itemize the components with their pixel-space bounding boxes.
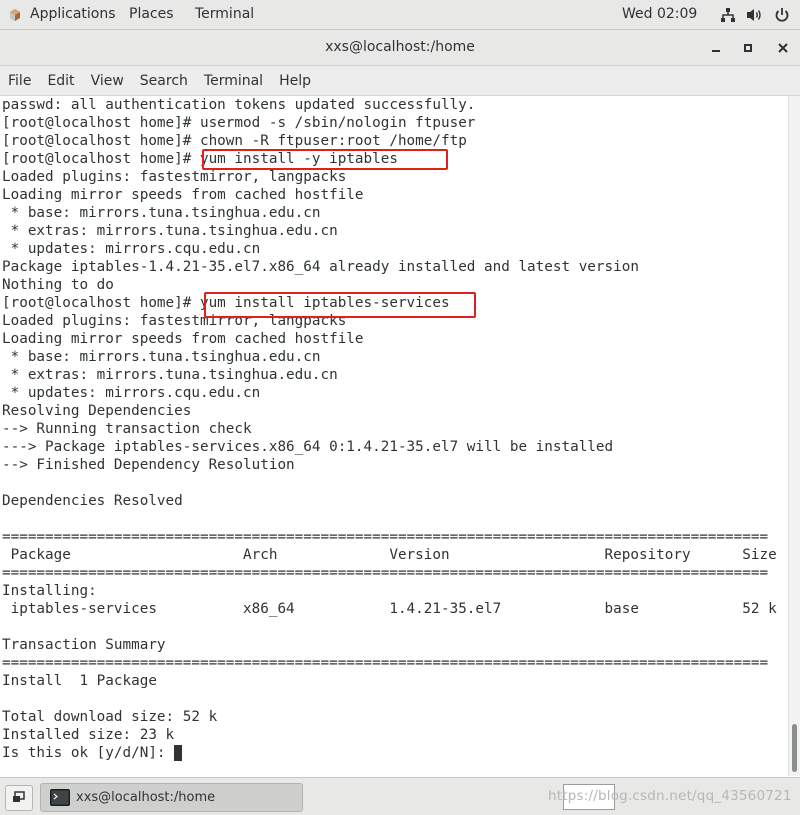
terminal-line: iptables-services x86_64 1.4.21-35.el7 b… bbox=[2, 601, 777, 617]
terminal-scrollbar[interactable] bbox=[788, 96, 800, 776]
terminal-line: Is this ok [y/d/N]: bbox=[2, 745, 175, 761]
network-icon[interactable] bbox=[720, 7, 736, 23]
terminal-line: * updates: mirrors.cqu.edu.cn bbox=[2, 241, 261, 257]
show-desktop-button[interactable] bbox=[5, 785, 33, 811]
terminal-icon bbox=[50, 789, 70, 806]
menu-edit[interactable]: Edit bbox=[39, 73, 82, 89]
terminal-line: * updates: mirrors.cqu.edu.cn bbox=[2, 385, 261, 401]
terminal-line: Loaded plugins: fastestmirror, langpacks bbox=[2, 169, 347, 185]
power-icon[interactable] bbox=[774, 7, 790, 23]
places-menu[interactable]: Places bbox=[129, 0, 174, 30]
highlight-box-iptables-command bbox=[202, 149, 448, 170]
terminal-line: Package Arch Version Repository Size bbox=[2, 547, 777, 563]
close-icon[interactable] bbox=[774, 39, 792, 57]
terminal-app-menu[interactable]: Terminal bbox=[195, 0, 254, 30]
bottom-panel: xxs@localhost:/home https://blog.csdn.ne… bbox=[0, 777, 800, 815]
minimize-icon[interactable] bbox=[707, 39, 725, 57]
window-title: xxs@localhost:/home bbox=[325, 39, 475, 55]
menu-bar: File Edit View Search Terminal Help bbox=[0, 66, 800, 96]
terminal-line: --> Running transaction check bbox=[2, 421, 252, 437]
scrollbar-thumb[interactable] bbox=[792, 724, 797, 772]
terminal-line: ========================================… bbox=[2, 565, 769, 581]
top-panel: Applications Places Terminal Wed 02:09 bbox=[0, 0, 800, 30]
terminal-line: Installing: bbox=[2, 583, 97, 599]
terminal-line: Dependencies Resolved bbox=[2, 493, 183, 509]
taskbar-window-title: xxs@localhost:/home bbox=[76, 790, 216, 805]
window-titlebar[interactable]: xxs@localhost:/home bbox=[0, 30, 800, 66]
clock[interactable]: Wed 02:09 bbox=[622, 0, 697, 30]
taskbar-window-terminal[interactable]: xxs@localhost:/home bbox=[40, 783, 303, 812]
terminal-line: passwd: all authentication tokens update… bbox=[2, 97, 476, 113]
terminal-line: ---> Package iptables-services.x86_64 0:… bbox=[2, 439, 614, 455]
menu-help[interactable]: Help bbox=[271, 73, 319, 89]
terminal-line: ========================================… bbox=[2, 655, 769, 671]
terminal-line: * extras: mirrors.tuna.tsinghua.edu.cn bbox=[2, 367, 338, 383]
terminal-lines: passwd: all authentication tokens update… bbox=[2, 96, 777, 762]
terminal-line: Resolving Dependencies bbox=[2, 403, 192, 419]
menu-search[interactable]: Search bbox=[132, 73, 196, 89]
terminal-line: [root@localhost home]# chown -R ftpuser:… bbox=[2, 133, 467, 149]
terminal-output[interactable]: passwd: all authentication tokens update… bbox=[0, 96, 788, 776]
menu-view[interactable]: View bbox=[83, 73, 132, 89]
maximize-icon[interactable] bbox=[739, 39, 757, 57]
terminal-line: Total download size: 52 k bbox=[2, 709, 218, 725]
volume-icon[interactable] bbox=[746, 7, 764, 23]
terminal-line: ========================================… bbox=[2, 529, 769, 545]
terminal-line: --> Finished Dependency Resolution bbox=[2, 457, 295, 473]
watermark: https://blog.csdn.net/qq_43560721 bbox=[548, 788, 792, 804]
terminal-line: Loading mirror speeds from cached hostfi… bbox=[2, 187, 364, 203]
terminal-line: Transaction Summary bbox=[2, 637, 166, 653]
terminal-line: Package iptables-1.4.21-35.el7.x86_64 al… bbox=[2, 259, 639, 275]
menu-terminal[interactable]: Terminal bbox=[196, 73, 271, 89]
text-cursor bbox=[174, 745, 183, 761]
terminal-line: Install 1 Package bbox=[2, 673, 157, 689]
applications-icon[interactable] bbox=[8, 8, 22, 22]
terminal-line: * base: mirrors.tuna.tsinghua.edu.cn bbox=[2, 349, 321, 365]
terminal-line: Loading mirror speeds from cached hostfi… bbox=[2, 331, 364, 347]
system-status-area[interactable] bbox=[720, 0, 790, 30]
menu-file[interactable]: File bbox=[0, 73, 39, 89]
highlight-box-iptables-services-command bbox=[204, 292, 476, 318]
terminal-line: * extras: mirrors.tuna.tsinghua.edu.cn bbox=[2, 223, 338, 239]
terminal-line: * base: mirrors.tuna.tsinghua.edu.cn bbox=[2, 205, 321, 221]
applications-menu[interactable]: Applications bbox=[30, 0, 116, 30]
terminal-line: [root@localhost home]# usermod -s /sbin/… bbox=[2, 115, 476, 131]
show-desktop-icon bbox=[13, 791, 25, 802]
terminal-line: Installed size: 23 k bbox=[2, 727, 175, 743]
